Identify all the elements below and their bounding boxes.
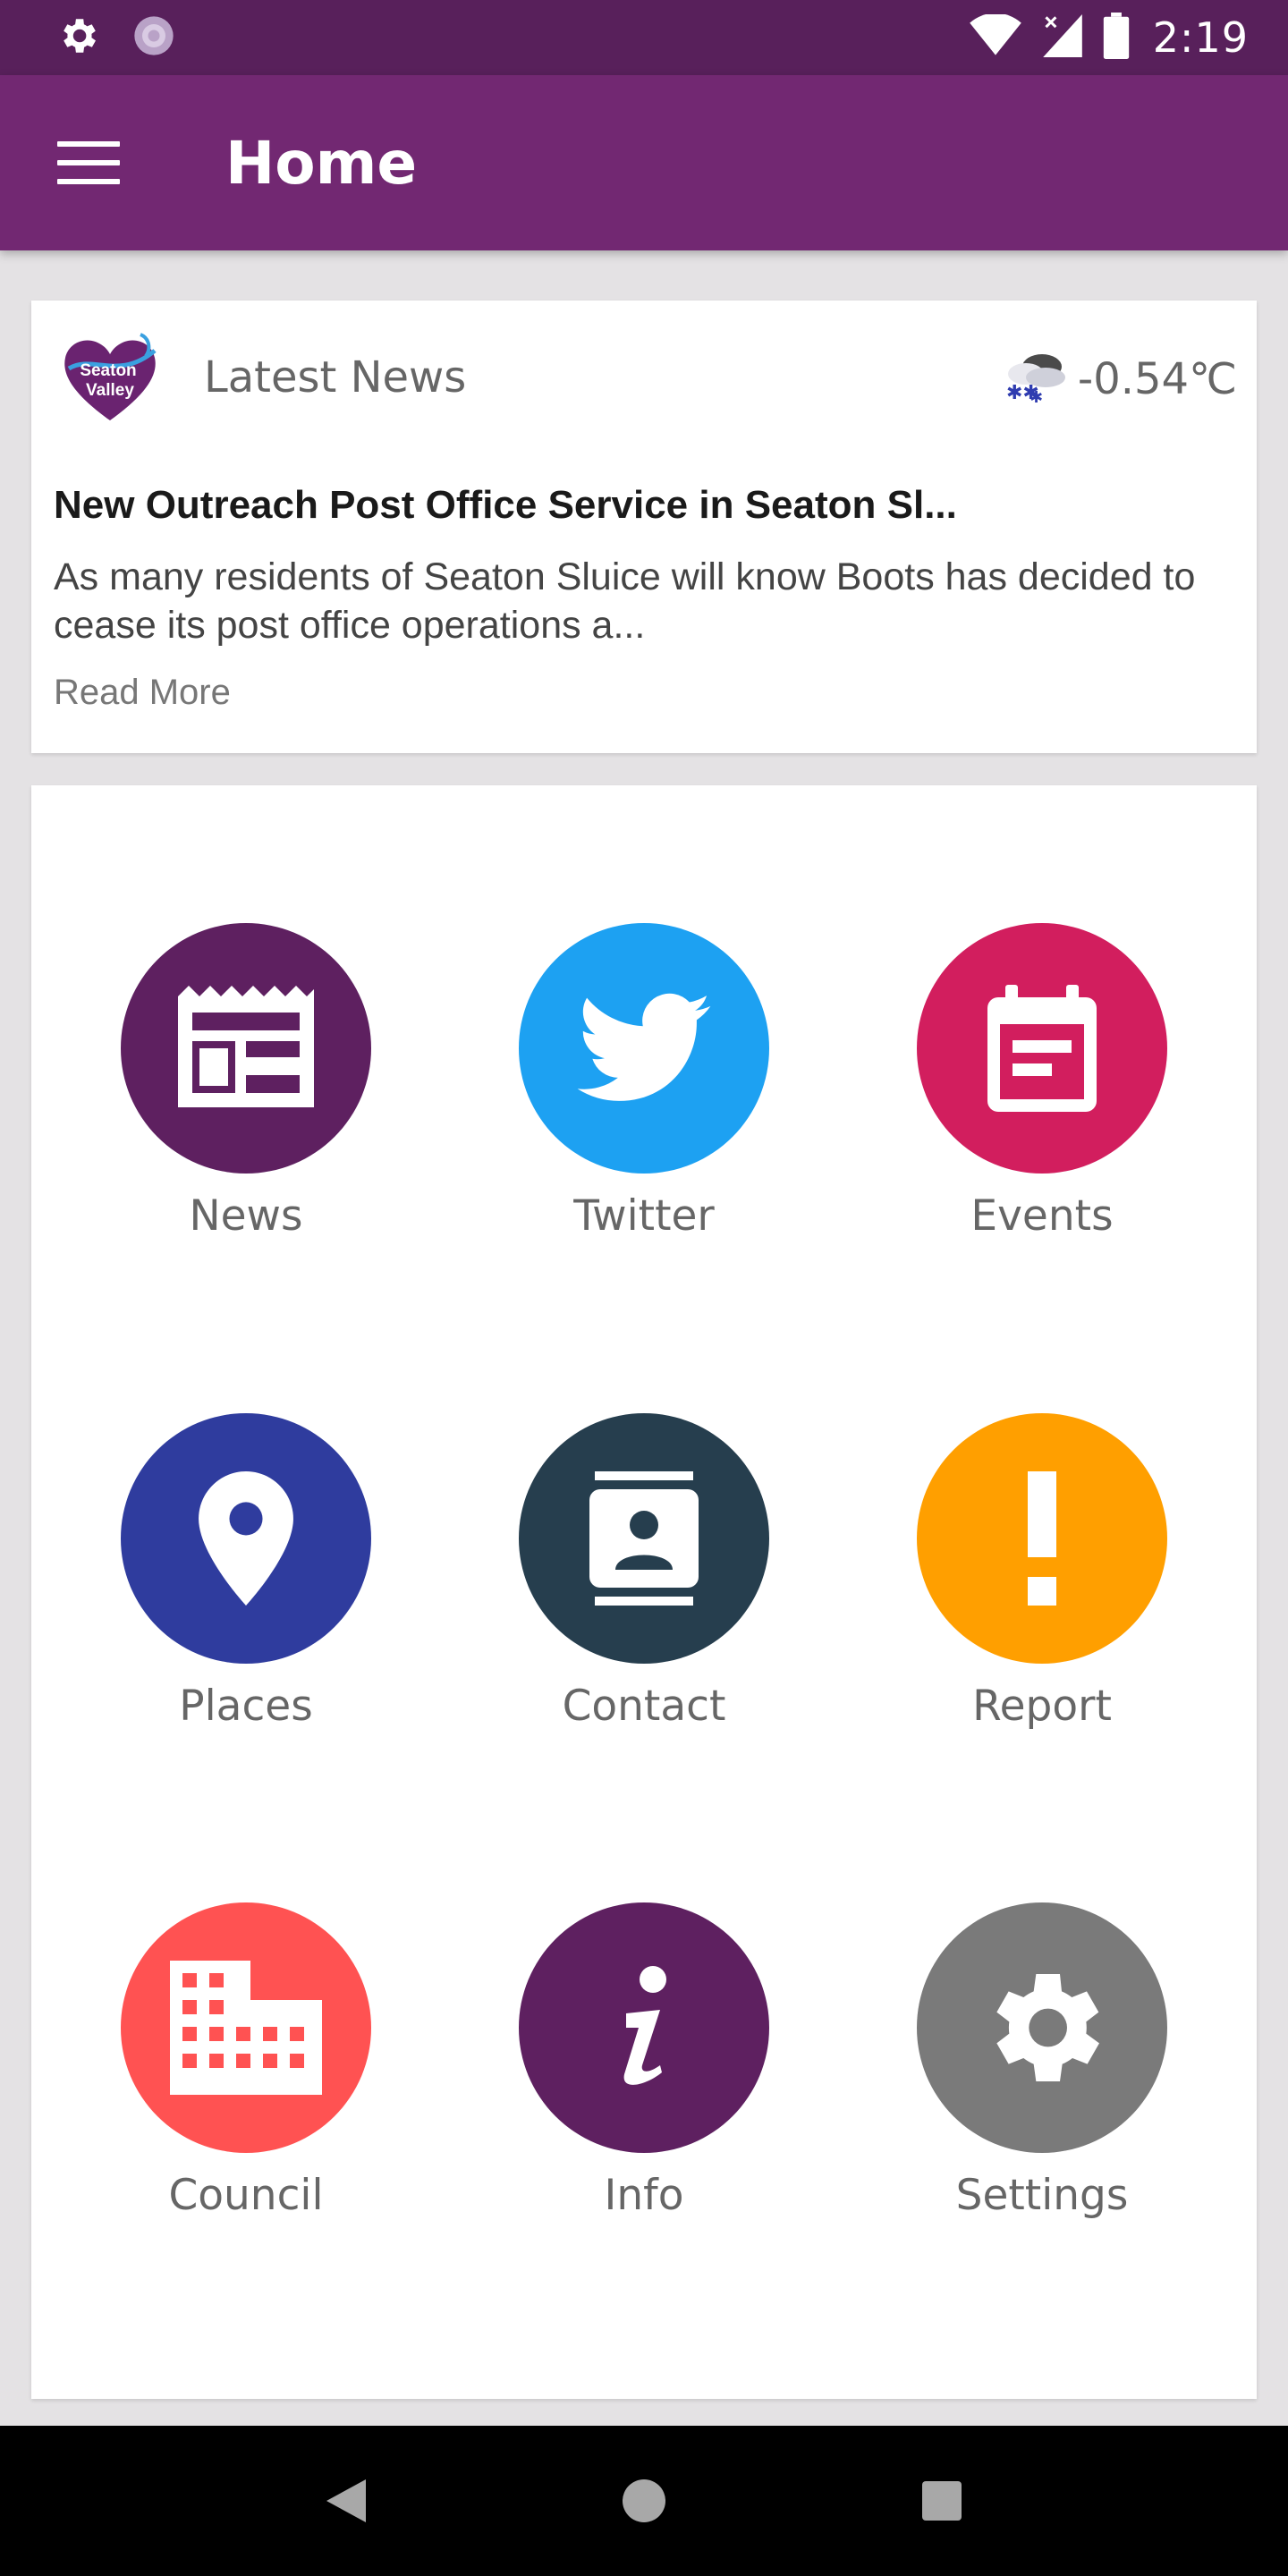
tile-label: Report [972,1682,1112,1731]
page-title: Home [225,128,418,198]
settings-gear-icon [55,13,100,63]
latest-news-heading: Latest News [204,352,467,402]
tile-label: Council [168,2171,324,2220]
exclamation-icon [917,1413,1167,1664]
app-bar: Home [0,75,1288,250]
logo-text-valley: Valley [86,381,134,400]
hamburger-menu-icon[interactable] [57,141,120,184]
read-more-link[interactable]: Read More [54,673,231,713]
wifi-icon [969,13,1022,62]
tile-label: Twitter [573,1191,715,1241]
temperature: -0.54℃ [1077,353,1237,404]
latest-news-card[interactable]: Seaton Valley Latest News ✱✱ ✱ -0.54℃ Ne… [31,301,1257,753]
menu-grid: News Twitter Events Places Contact Repor… [31,785,1257,2399]
tile-info[interactable]: Info [483,1902,805,2251]
info-icon [519,1902,769,2153]
tile-settings[interactable]: Settings [881,1902,1203,2251]
contact-card-icon [519,1413,769,1664]
tile-label: Settings [955,2171,1129,2220]
status-time: 2:19 [1152,13,1249,62]
system-nav-bar [0,2426,1288,2576]
calendar-icon [917,923,1167,1174]
home-circle-icon[interactable] [608,2465,680,2537]
news-title[interactable]: New Outreach Post Office Service in Seat… [54,483,1234,528]
news-excerpt: As many residents of Seaton Sluice will … [54,555,1196,647]
battery-icon [1103,12,1130,64]
map-pin-icon [121,1413,371,1664]
tile-events[interactable]: Events [881,923,1203,1272]
tile-twitter[interactable]: Twitter [483,923,805,1272]
gear-icon [917,1902,1167,2153]
tile-label: Contact [562,1682,726,1731]
tile-label: Events [970,1191,1114,1241]
twitter-bird-icon [519,923,769,1174]
recents-square-icon[interactable] [906,2465,978,2537]
building-icon [121,1902,371,2153]
back-triangle-icon[interactable] [310,2465,382,2537]
weather-widget: ✱✱ ✱ -0.54℃ [994,347,1237,411]
tile-label: Places [179,1682,313,1731]
tile-report[interactable]: Report [881,1413,1203,1762]
tile-label: Info [604,2171,684,2220]
seaton-valley-logo: Seaton Valley [56,327,164,428]
tile-places[interactable]: Places [85,1413,407,1762]
sync-spinner-icon [131,13,177,64]
tile-label: News [189,1191,303,1241]
tile-news[interactable]: News [85,923,407,1272]
tile-council[interactable]: Council [85,1902,407,2251]
tile-contact[interactable]: Contact [483,1413,805,1762]
snow-cloud-icon: ✱✱ ✱ [994,347,1074,411]
cell-signal-no-data-icon [1042,13,1083,62]
svg-text:✱: ✱ [1030,388,1043,406]
newspaper-icon [121,923,371,1174]
status-bar: 2:19 [0,0,1288,75]
logo-text-seaton: Seaton [80,361,136,380]
